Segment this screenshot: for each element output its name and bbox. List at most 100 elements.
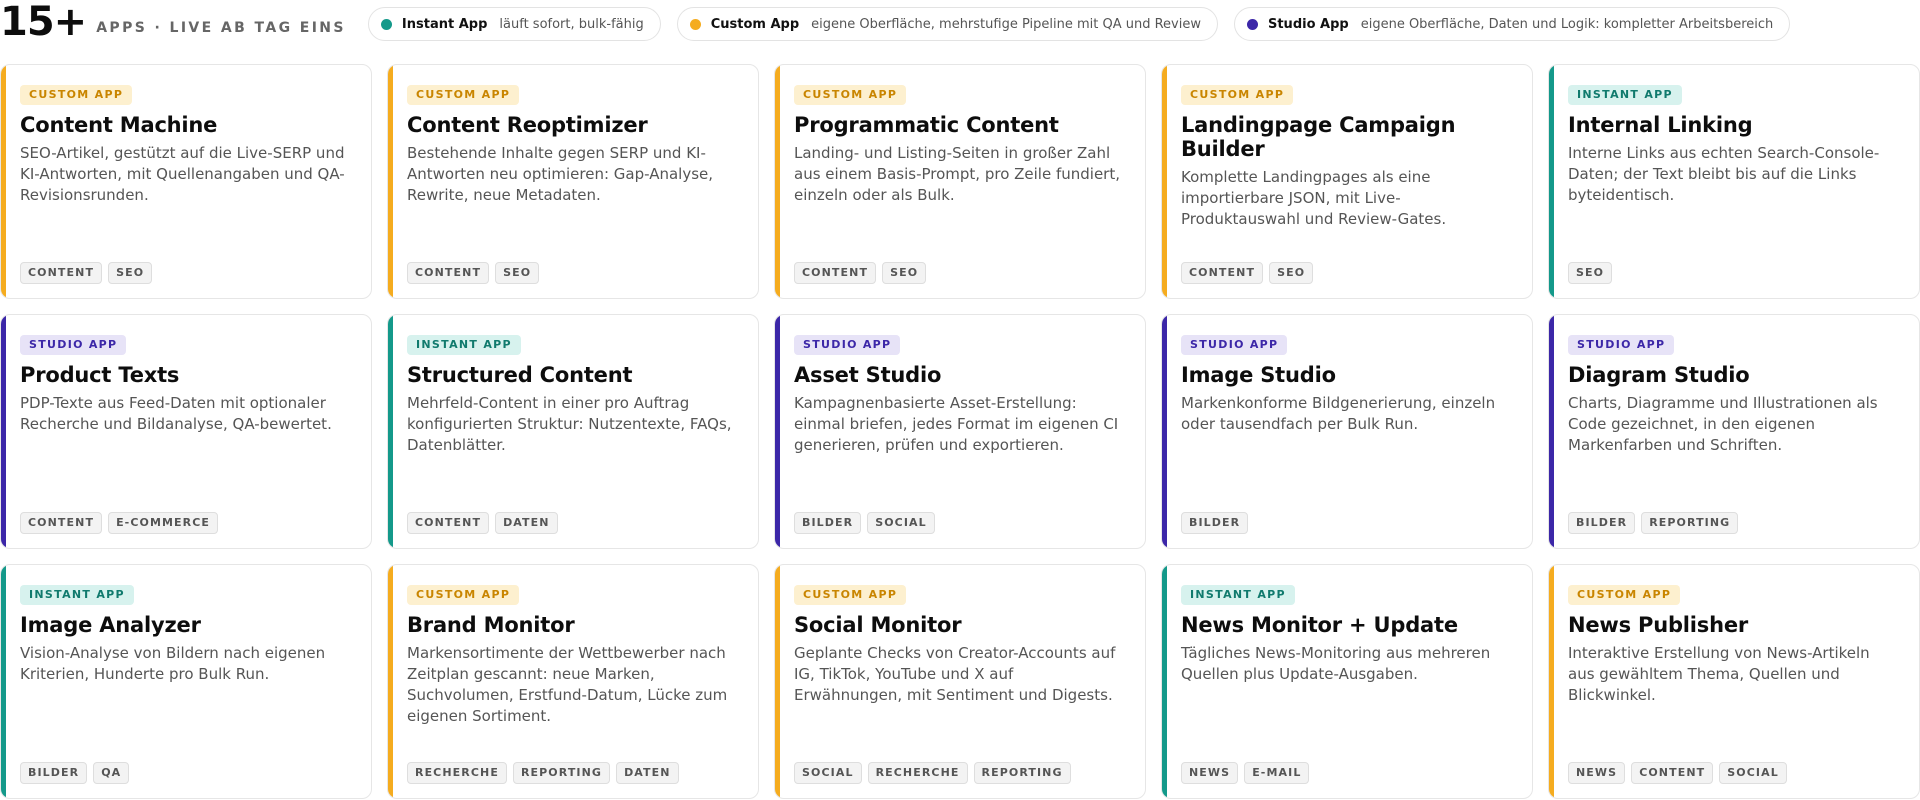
app-card[interactable]: CUSTOM APP Content Machine SEO-Artikel, ge… (0, 64, 372, 299)
app-type-badge: INSTANT APP (407, 335, 521, 355)
app-title: Brand Monitor (407, 613, 575, 637)
app-type-badge: INSTANT APP (20, 585, 134, 605)
app-type-accent-bar (388, 65, 393, 298)
legend-desc: eigene Oberfläche, mehrstufige Pipeline … (811, 16, 1201, 32)
app-title: Image Studio (1181, 363, 1336, 387)
app-title: Diagram Studio (1568, 363, 1750, 387)
app-card[interactable]: STUDIO APP Product Texts PDP-Texte aus Fee… (0, 314, 372, 549)
app-type-accent-bar (1162, 565, 1167, 798)
app-type-accent-bar (388, 565, 393, 798)
category-tag: SOCIAL (794, 762, 862, 784)
app-card[interactable]: STUDIO APP Diagram Studio Charts, Diagramm… (1548, 314, 1920, 549)
studio-dot-icon (1246, 18, 1258, 30)
app-description: Geplante Checks von Creator-Accounts auf… (794, 644, 1116, 704)
app-type-badge: CUSTOM APP (1181, 85, 1294, 105)
app-type-badge: STUDIO APP (20, 335, 127, 355)
app-type-badge: INSTANT APP (1181, 585, 1295, 605)
category-tag: SOCIAL (867, 512, 935, 534)
app-description: Markensortimente der Wettbewerber nach Z… (407, 644, 728, 725)
category-tag: SEO (1568, 262, 1613, 284)
app-title: Social Monitor (794, 613, 962, 637)
category-tag: CONTENT (20, 262, 103, 284)
app-type-accent-bar (1549, 315, 1554, 548)
app-type-badge: CUSTOM APP (1568, 585, 1681, 605)
app-description: PDP-Texte aus Feed-Daten mit optionaler … (20, 394, 332, 433)
app-title: Product Texts (20, 363, 180, 387)
category-tag: RECHERCHE (867, 762, 968, 784)
category-tag: SEO (108, 262, 153, 284)
app-description: Komplette Landingpages als eine importie… (1181, 168, 1447, 228)
app-type-accent-bar (1549, 565, 1554, 798)
app-card[interactable]: CUSTOM APP Programmatic Content Landing- u… (774, 64, 1146, 299)
tag-list: CONTENT SEO (20, 262, 153, 284)
category-tag: NEWS (1181, 762, 1239, 784)
category-tag: SEO (495, 262, 540, 284)
tag-list: NEWS E-MAIL (1181, 762, 1310, 784)
app-grid: CUSTOM APP Content Machine SEO-Artikel, ge… (0, 64, 1920, 799)
app-type-badge: CUSTOM APP (407, 85, 520, 105)
app-card[interactable]: INSTANT APP Internal Linking Interne Links… (1548, 64, 1920, 299)
app-title: Image Analyzer (20, 613, 201, 637)
app-description: Kampagnenbasierte Asset-Erstellung: einm… (794, 394, 1119, 454)
app-type-accent-bar (775, 315, 780, 548)
category-tag: REPORTING (512, 762, 611, 784)
app-title: Content Machine (20, 113, 218, 137)
category-tag: E-COMMERCE (108, 512, 219, 534)
category-tag: SOCIAL (1719, 762, 1787, 784)
category-tag: RECHERCHE (407, 762, 507, 784)
legend-instant: Instant App läuft sofort, bulk-fähig (367, 7, 661, 41)
category-tag: DATEN (495, 512, 558, 534)
app-type-accent-bar (388, 315, 393, 548)
app-title: Structured Content (407, 363, 633, 387)
tag-list: CONTENT SEO (794, 262, 927, 284)
app-description: Mehrfeld-Content in einer pro Auftrag ko… (407, 394, 732, 454)
category-tag: REPORTING (973, 762, 1071, 784)
app-type-accent-bar (775, 565, 780, 798)
tag-list: CONTENT SEO (407, 262, 540, 284)
app-description: Vision-Analyse von Bildern nach eigenen … (20, 644, 326, 683)
app-card[interactable]: CUSTOM APP Landingpage Campaign Builder Ko… (1161, 64, 1533, 299)
app-type-accent-bar (1162, 315, 1167, 548)
app-description: SEO-Artikel, gestützt auf die Live-SERP … (20, 144, 345, 204)
app-title: News Publisher (1568, 613, 1749, 637)
app-card[interactable]: CUSTOM APP Brand Monitor Markensortimente … (387, 564, 759, 799)
app-title: Asset Studio (794, 363, 942, 387)
legend-studio: Studio App eigene Oberfläche, Daten und … (1233, 7, 1791, 41)
app-description: Interaktive Erstellung von News-Artikeln… (1568, 644, 1870, 704)
app-card[interactable]: STUDIO APP Image Studio Markenkonforme Bil… (1161, 314, 1533, 549)
tag-list: BILDER (1181, 512, 1249, 534)
legend-custom: Custom App eigene Oberfläche, mehrstufig… (676, 7, 1218, 41)
instant-dot-icon (380, 18, 392, 30)
category-tag: BILDER (794, 512, 862, 534)
app-card[interactable]: INSTANT APP Image Analyzer Vision-Analyse … (0, 564, 372, 799)
category-tag: CONTENT (794, 262, 877, 284)
app-title: Landingpage Campaign Builder (1181, 113, 1456, 161)
app-description: Bestehende Inhalte gegen SERP und KI-Ant… (407, 144, 714, 204)
app-title: News Monitor + Update (1181, 613, 1458, 637)
app-type-badge: CUSTOM APP (407, 585, 520, 605)
app-card[interactable]: CUSTOM APP News Publisher Interaktive Erst… (1548, 564, 1920, 799)
app-type-badge: CUSTOM APP (794, 585, 907, 605)
app-description: Markenkonforme Bildgenerierung, einzeln … (1181, 394, 1496, 433)
app-type-badge: STUDIO APP (1568, 335, 1675, 355)
app-card[interactable]: CUSTOM APP Social Monitor Geplante Checks … (774, 564, 1146, 799)
app-type-accent-bar (1162, 65, 1167, 298)
category-tag: DATEN (616, 762, 679, 784)
category-tag: BILDER (20, 762, 88, 784)
tag-list: CONTENT E-COMMERCE (20, 512, 219, 534)
app-title: Internal Linking (1568, 113, 1753, 137)
app-card[interactable]: CUSTOM APP Content Reoptimizer Bestehende … (387, 64, 759, 299)
app-card[interactable]: INSTANT APP News Monitor + Update Tägliche… (1161, 564, 1533, 799)
app-count: 15+ (0, 0, 87, 45)
page-subtitle: APPS · LIVE AB TAG EINS (96, 20, 346, 36)
app-title: Content Reoptimizer (407, 113, 648, 137)
header: 15+ APPS · LIVE AB TAG EINS Instant App … (0, 0, 1920, 48)
tag-list: BILDER SOCIAL (794, 512, 935, 534)
app-description: Charts, Diagramme und Illustrationen als… (1568, 394, 1878, 454)
app-type-badge: CUSTOM APP (20, 85, 133, 105)
app-type-accent-bar (1, 315, 6, 548)
app-card[interactable]: STUDIO APP Asset Studio Kampagnenbasierte … (774, 314, 1146, 549)
category-tag: REPORTING (1641, 512, 1739, 534)
app-description: Tägliches News-Monitoring aus mehreren Q… (1181, 644, 1491, 683)
app-card[interactable]: INSTANT APP Structured Content Mehrfeld-Co… (387, 314, 759, 549)
